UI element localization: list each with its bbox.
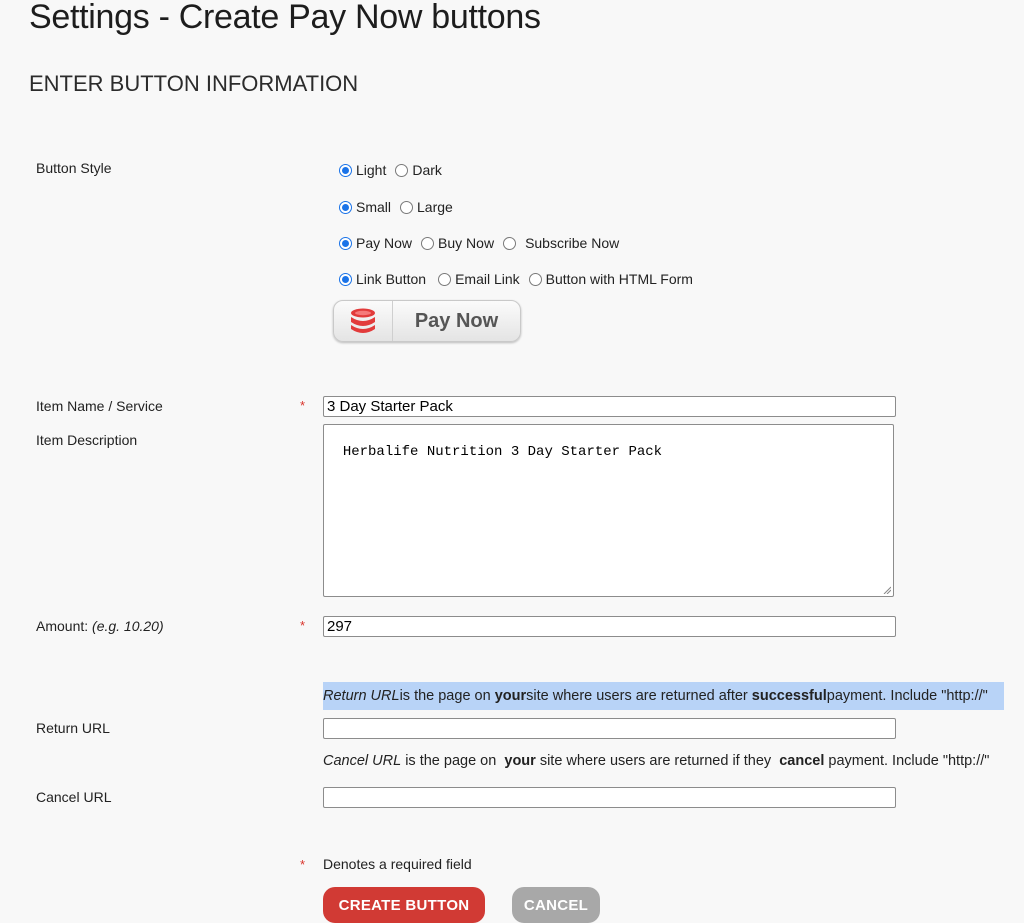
radio-option-subscribe-now[interactable]: Subscribe Now: [503, 235, 619, 251]
radio-row-theme: Light Dark: [339, 162, 451, 178]
return-help-text: payment. Include "http://": [826, 688, 988, 704]
radio-light[interactable]: [339, 163, 352, 177]
required-note: Denotes a required field: [323, 856, 472, 872]
cancel-help-text: payment. Include "http://": [824, 753, 990, 769]
radio-html-form[interactable]: [528, 272, 542, 286]
radio-option-html-form[interactable]: Button with HTML Form: [528, 271, 693, 287]
cancel-url-input[interactable]: [323, 787, 896, 808]
item-description-textarea[interactable]: Herbalife Nutrition 3 Day Starter Pack: [323, 424, 894, 597]
cancel-button[interactable]: CANCEL: [512, 887, 600, 923]
item-name-label: Item Name / Service: [36, 398, 163, 414]
radio-row-text: Pay Now Buy Now Subscribe Now: [339, 235, 628, 251]
item-description-label: Item Description: [36, 432, 138, 448]
cancel-help-emphasis: your: [504, 753, 536, 769]
radio-label-small: Small: [356, 199, 392, 215]
pay-now-preview-button[interactable]: Pay Now: [333, 300, 521, 342]
radio-label-dark: Dark: [412, 162, 442, 178]
required-marker: *: [300, 398, 306, 413]
radio-label-html-form: Button with HTML Form: [545, 271, 693, 287]
cancel-url-label: Cancel URL: [36, 789, 112, 805]
section-title: ENTER BUTTON INFORMATION: [29, 71, 359, 96]
radio-option-pay-now[interactable]: Pay Now: [339, 235, 412, 251]
radio-option-buy-now[interactable]: Buy Now: [421, 235, 494, 251]
amount-label: Amount: (e.g. 10.20): [36, 618, 164, 634]
return-url-label: Return URL: [36, 720, 110, 736]
radio-buy-now[interactable]: [421, 236, 435, 250]
return-help-text: is the page on: [399, 688, 491, 704]
radio-label-large: Large: [417, 199, 453, 215]
radio-label-subscribe-now: Subscribe Now: [525, 235, 620, 251]
return-help-text: site where users are returned after: [526, 688, 748, 704]
radio-option-email-link[interactable]: Email Link: [438, 271, 520, 287]
cancel-help-emphasis: cancel: [779, 753, 825, 769]
return-url-input[interactable]: [323, 718, 896, 739]
radio-option-small[interactable]: Small: [339, 199, 391, 215]
radio-label-link-button: Link Button: [356, 271, 427, 287]
radio-option-large[interactable]: Large: [400, 199, 453, 215]
resize-handle-icon[interactable]: [883, 586, 891, 594]
cancel-url-help: Cancel URL is the page on your site wher…: [323, 753, 989, 769]
return-url-help: Return URL is the page on your site wher…: [323, 682, 1004, 710]
page-title: Settings - Create Pay Now buttons: [29, 0, 541, 36]
return-help-emphasis: successful: [751, 688, 827, 704]
cancel-help-text: site where users are returned if they: [535, 753, 776, 769]
amount-hint: (e.g. 10.20): [92, 618, 164, 634]
radio-row-size: Small Large: [339, 199, 462, 215]
return-help-term: Return URL: [323, 688, 400, 704]
radio-label-email-link: Email Link: [455, 271, 520, 287]
database-stack-icon: [334, 301, 393, 341]
radio-link-button[interactable]: [339, 272, 352, 286]
radio-email-link[interactable]: [438, 272, 452, 286]
cancel-help-text: is the page on: [401, 753, 501, 769]
required-marker: *: [300, 857, 306, 872]
radio-large[interactable]: [400, 200, 414, 214]
pay-now-preview-label: Pay Now: [414, 309, 499, 332]
button-style-label: Button Style: [36, 160, 112, 176]
cancel-help-term: Cancel URL: [323, 753, 402, 769]
radio-row-type: Link Button Email Link Button with HTML …: [339, 271, 702, 287]
radio-subscribe-now[interactable]: [503, 236, 517, 250]
return-help-emphasis: your: [494, 688, 527, 704]
radio-small[interactable]: [339, 200, 352, 214]
radio-label-buy-now: Buy Now: [438, 235, 495, 251]
amount-input[interactable]: 297: [323, 616, 896, 637]
radio-option-link-button[interactable]: Link Button: [339, 271, 426, 287]
radio-option-light[interactable]: Light: [339, 162, 386, 178]
item-description-value: Herbalife Nutrition 3 Day Starter Pack: [342, 444, 663, 460]
radio-pay-now[interactable]: [339, 236, 352, 250]
radio-dark[interactable]: [395, 163, 409, 177]
amount-label-text: Amount:: [36, 618, 89, 634]
item-name-input[interactable]: 3 Day Starter Pack: [323, 396, 896, 417]
radio-option-dark[interactable]: Dark: [395, 162, 442, 178]
required-marker: *: [300, 618, 306, 633]
radio-label-light: Light: [356, 162, 387, 178]
radio-label-pay-now: Pay Now: [356, 235, 413, 251]
create-button[interactable]: CREATE BUTTON: [323, 887, 485, 923]
